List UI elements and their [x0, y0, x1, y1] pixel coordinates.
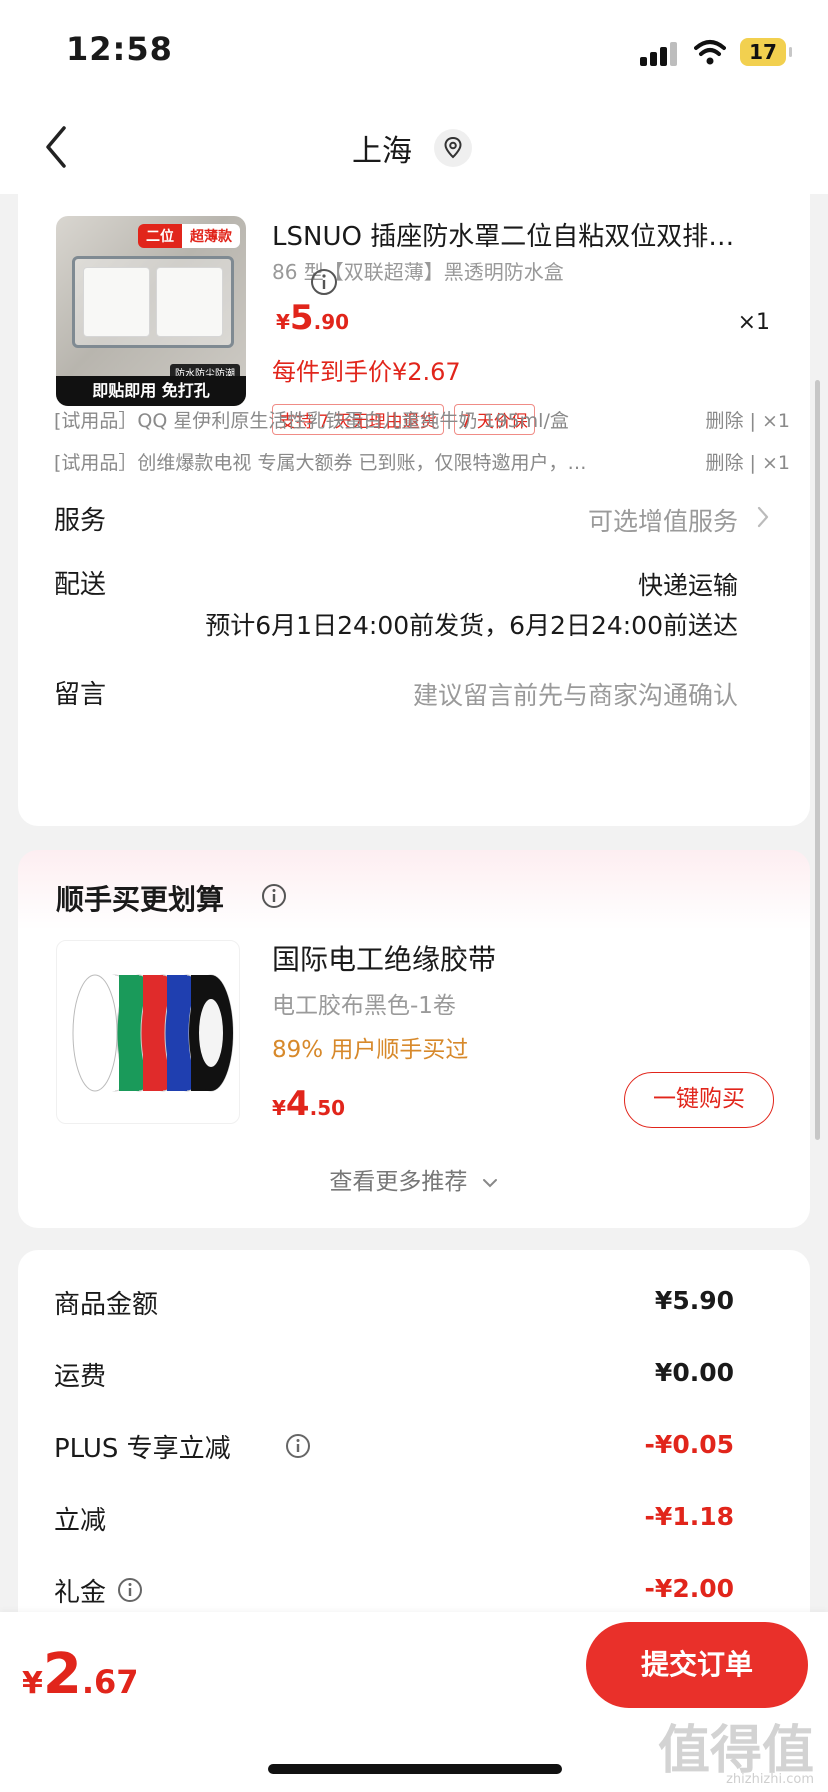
- recommend-item-spec: 电工胶布黑色-1卷: [272, 993, 456, 1019]
- tape-roll-body: [143, 975, 163, 1091]
- page-title: 上海: [352, 134, 412, 169]
- battery-indicator: 17: [740, 38, 792, 66]
- message-label: 留言: [54, 680, 107, 710]
- delivery-method[interactable]: 快递运输: [638, 566, 738, 602]
- signal-icon: [640, 40, 680, 66]
- price-info-icon[interactable]: [310, 268, 338, 296]
- image-footer-text: 即贴即用 免打孔: [56, 376, 246, 406]
- summary-value: ¥0.00: [654, 1358, 734, 1387]
- socket-illustration: [72, 256, 234, 348]
- chevron-right-icon[interactable]: [754, 504, 772, 530]
- scrollbar[interactable]: [815, 380, 820, 1140]
- recommend-card: 顺手买更划算 国际电工绝缘胶带 电工胶布黑色-1卷 89% 用户顺手买过 ¥4.…: [18, 850, 810, 1228]
- gift-item-text: [试用品］创维爆款电视 专属大额券 已到账，仅限特邀用户，…: [54, 452, 587, 474]
- summary-label: PLUS 专享立减: [54, 1434, 231, 1464]
- tape-roll-core: [199, 999, 223, 1067]
- recommend-item-price: ¥4.50: [272, 1084, 346, 1124]
- product-image[interactable]: 二位 超薄款 防水防尘防潮 即贴即用 免打孔: [56, 216, 246, 406]
- recommend-title: 顺手买更划算: [56, 883, 225, 916]
- watermark-site: zhizhizhi.com: [726, 1772, 814, 1787]
- gift-item: [试用品］QQ 星伊利原生活性乳铁蛋白儿童纯牛奶 195ml/盒 删除 | ×1: [54, 406, 790, 433]
- price-summary-card: 商品金额 ¥5.90 运费 ¥0.00 PLUS 专享立减 -¥0.05 立减 -¥1.18 礼…: [18, 1250, 810, 1650]
- unit-price: 每件到手价¥2.67: [272, 358, 461, 386]
- status-time: 12:58: [66, 30, 173, 68]
- service-label: 服务: [54, 506, 107, 536]
- delivery-label: 配送: [54, 570, 107, 600]
- summary-info-icon[interactable]: [116, 1576, 144, 1604]
- summary-value: -¥0.05: [644, 1430, 734, 1459]
- image-tag-right: 超薄款: [182, 224, 240, 248]
- summary-info-icon[interactable]: [284, 1432, 312, 1460]
- recommend-social-proof: 89% 用户顺手买过: [272, 1037, 469, 1063]
- summary-label: 商品金额: [54, 1290, 159, 1320]
- image-tag-left: 二位: [138, 224, 182, 248]
- one-click-buy-button[interactable]: 一键购买: [624, 1072, 774, 1128]
- tape-rolls-illustration: [72, 974, 234, 1092]
- total-price: ¥2.67: [22, 1642, 139, 1707]
- delivery-estimate: 预计6月1日24:00前发货，6月2日24:00前送达: [205, 611, 738, 640]
- product-title[interactable]: LSNUO 插座防水罩二位自粘双位双排…: [272, 216, 772, 253]
- gift-delete-button[interactable]: 删除 | ×1: [706, 448, 791, 475]
- summary-value: -¥2.00: [644, 1574, 734, 1603]
- product-image-tag: 二位 超薄款: [138, 224, 240, 248]
- service-value[interactable]: 可选增值服务: [588, 502, 738, 538]
- recommend-item-title[interactable]: 国际电工绝缘胶带: [272, 938, 496, 978]
- order-item-card: 二位 超薄款 防水防尘防潮 即贴即用 免打孔 LSNUO 插座防水罩二位自粘双位…: [18, 190, 810, 826]
- tape-product-image[interactable]: [56, 940, 240, 1124]
- gift-item-text: [试用品］QQ 星伊利原生活性乳铁蛋白儿童纯牛奶 195ml/盒: [54, 410, 569, 432]
- status-bar: 12:58 17: [0, 0, 828, 100]
- chevron-down-icon: [482, 1178, 497, 1187]
- summary-value: -¥1.18: [644, 1502, 734, 1531]
- tape-roll-body: [167, 975, 187, 1091]
- home-indicator[interactable]: [268, 1764, 562, 1774]
- product-price: ¥5.90: [276, 298, 350, 338]
- tape-roll-edge: [72, 974, 118, 1092]
- nav-bar: 上海: [0, 100, 828, 194]
- more-recommendations-label: 查看更多推荐: [329, 1169, 468, 1195]
- gift-item: [试用品］创维爆款电视 专属大额券 已到账，仅限特邀用户，… 删除 | ×1: [54, 448, 790, 475]
- summary-label: 运费: [54, 1362, 107, 1392]
- summary-label: 立减: [54, 1506, 107, 1536]
- more-recommendations-link[interactable]: 查看更多推荐: [18, 1162, 810, 1196]
- recommend-info-icon[interactable]: [260, 882, 288, 910]
- message-input[interactable]: 建议留言前先与商家沟通确认: [413, 676, 738, 712]
- wifi-icon: [694, 40, 726, 65]
- gift-delete-button[interactable]: 删除 | ×1: [706, 406, 791, 433]
- summary-label: 礼金: [54, 1578, 107, 1608]
- location-pin-icon[interactable]: [434, 129, 472, 167]
- summary-value: ¥5.90: [654, 1286, 734, 1315]
- checkout-bar: ¥2.67 提交订单 值得值 zhizhizhi.com: [0, 1612, 828, 1792]
- submit-order-button[interactable]: 提交订单: [586, 1622, 808, 1708]
- tape-roll-body: [119, 975, 139, 1091]
- product-quantity: ×1: [737, 310, 770, 335]
- back-icon[interactable]: [40, 122, 70, 172]
